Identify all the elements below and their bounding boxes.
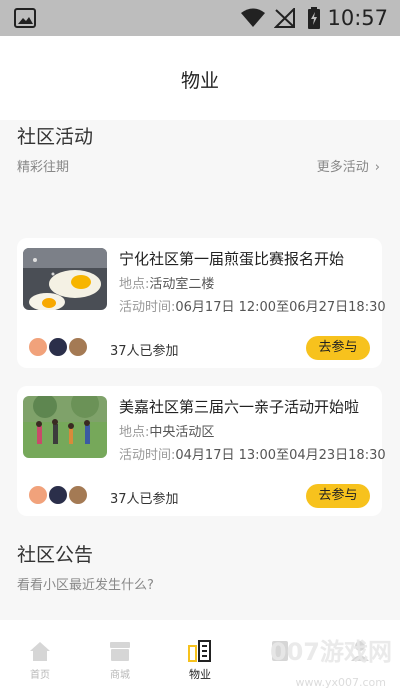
activities-subtitle: 精彩往期 [17,160,70,175]
join-button[interactable]: 去参与 [306,484,370,508]
more-activities-link[interactable]: 更多活动 › [317,156,380,175]
activity-location: 地点:中央活动区 [119,421,214,440]
location-label: 地点: [119,277,150,292]
announcements-title: 社区公告 [17,544,94,566]
activities-title: 社区活动 [17,126,94,148]
battery-charging-icon [308,7,320,29]
activity-card[interactable]: 美嘉社区第三届六一亲子活动开始啦 地点:中央活动区 活动时间:04月17日 13… [17,386,386,516]
participant-count: 37人已参加 [110,344,179,359]
activity-location: 地点:活动室二楼 [119,273,214,292]
app-bar: 物业 [0,36,400,120]
announcements-subtitle: 看看小区最近发生什么? [17,578,154,593]
tab-home[interactable]: 首页 [0,620,80,700]
home-icon [30,642,50,661]
join-button[interactable]: 去参与 [306,336,370,360]
location-value: 活动室二楼 [149,277,215,292]
time-label: 活动时间: [119,448,176,463]
avatar [67,336,89,358]
clock: 10:57 [327,6,388,30]
chevron-right-icon: › [374,160,380,175]
avatar [47,484,69,506]
watermark-url: www.yx007.com [295,676,386,689]
time-value: 04月17日 13:00至04月23日18:30 [175,448,386,463]
location-value: 中央活动区 [149,425,215,440]
activity-thumbnail [23,396,107,458]
tab-property-label: 物业 [189,668,211,681]
activity-thumbnail [23,248,107,310]
activity-title: 美嘉社区第三届六一亲子活动开始啦 [119,398,360,416]
location-label: 地点: [119,425,150,440]
time-value: 06月17日 12:00至06月27日18:30 [175,300,386,315]
image-notification-icon [14,8,36,28]
avatar [67,484,89,506]
activity-time: 活动时间:06月17日 12:00至06月27日18:30 [119,296,386,315]
shop-icon [110,642,130,661]
time-label: 活动时间: [119,300,176,315]
page-title: 物业 [180,70,219,92]
tab-mall-label: 商城 [110,670,130,681]
avatar [27,336,49,358]
activity-card[interactable]: 宁化社区第一届煎蛋比赛报名开始 地点:活动室二楼 活动时间:06月17日 12:… [17,238,386,368]
activity-time: 活动时间:04月17日 13:00至04月23日18:30 [119,444,386,463]
more-activities-label: 更多活动 [316,160,369,175]
tab-property[interactable]: 物业 [160,620,240,700]
participant-count: 37人已参加 [110,492,179,507]
building-icon [188,640,211,662]
avatar [27,484,49,506]
tab-mall[interactable]: 商城 [80,620,160,700]
status-bar: 10:57 [0,0,400,36]
tab-home-label: 首页 [30,670,50,681]
signal-off-icon [274,8,295,28]
watermark: 007游戏网 [269,638,392,666]
participant-avatars [27,484,91,506]
participant-avatars [27,336,91,358]
avatar [47,336,69,358]
activity-title: 宁化社区第一届煎蛋比赛报名开始 [119,250,345,268]
wifi-icon [241,8,265,27]
